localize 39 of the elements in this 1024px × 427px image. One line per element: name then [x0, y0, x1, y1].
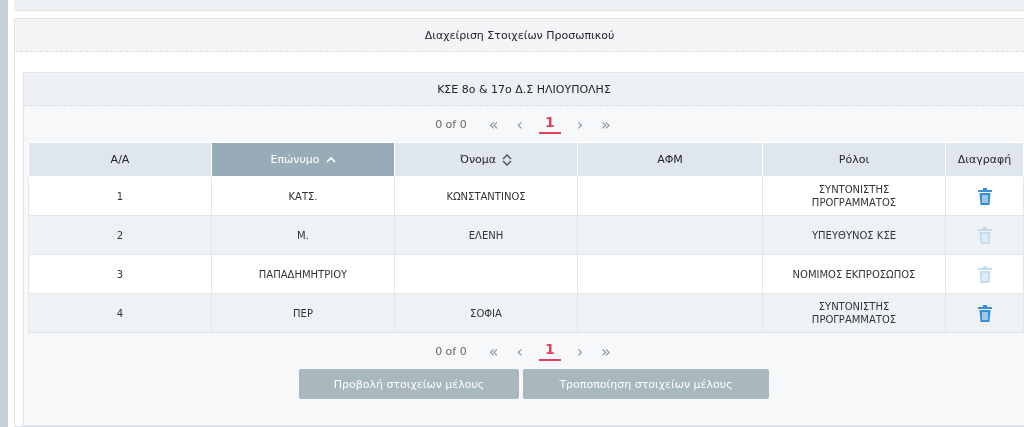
column-header[interactable]: Όνομα [394, 142, 578, 177]
page-number-button[interactable]: 1 [538, 341, 561, 361]
page-count: 0 of 0 [435, 344, 467, 358]
panel-title: Διαχείριση Στοιχείων Προσωπικού [424, 28, 615, 42]
first-page-button[interactable]: « [486, 114, 501, 134]
sort-ascending-icon [325, 156, 336, 163]
table-cell: ΣΟΦΙΑ [470, 306, 502, 320]
table-cell: 1 [116, 189, 124, 203]
table-cell: ΠΑΠΑΔΗΜΗΤΡΙΟΥ [258, 267, 348, 281]
table-cell: ΝΟΜΙΜΟΣ ΕΚΠΡΟΣΩΠΟΣ [792, 267, 916, 281]
table-cell: ΠΕΡ [293, 306, 313, 320]
table-cell: 4 [116, 306, 124, 320]
table-cell-text: ΣΥΝΤΟΝΙΣΤΗΣ ΠΡΟΓΡΑΜΜΑΤΟΣ [810, 300, 898, 326]
column-header: Διαγραφή [945, 142, 1024, 177]
table-cell: ΕΛΕΝΗ [468, 228, 504, 242]
table-cell: ΚΑΤΣ. [288, 189, 318, 203]
last-page-button[interactable]: » [599, 114, 613, 134]
table-cell-text: ΣΥΝΤΟΝΙΣΤΗΣ ΠΡΟΓΡΑΜΜΑΤΟΣ [810, 183, 898, 209]
table-cell: ΚΩΝΣΤΑΝΤΙΝΟΣ [446, 189, 526, 203]
column-header: ΑΦΜ [577, 142, 763, 177]
column-header[interactable]: Επώνυμο [211, 142, 395, 177]
table-cell: 3 [116, 267, 124, 281]
column-header: Ρόλοι [762, 142, 946, 177]
next-page-button[interactable]: › [574, 341, 586, 361]
sort-icon [502, 153, 513, 166]
table-cell: 2 [116, 228, 124, 242]
previous-page-button[interactable]: ‹ [514, 114, 525, 134]
column-header: Α/Α [28, 142, 212, 177]
first-page-button[interactable]: « [486, 341, 501, 361]
table-cell: Μ. [297, 228, 309, 242]
page-count: 0 of 0 [435, 117, 467, 131]
table-cell: ΥΠΕΥΘΥΝΟΣ ΚΣΕ [811, 228, 897, 242]
next-page-button[interactable]: › [574, 114, 586, 134]
group-title: ΚΣΕ 8ο & 17ο Δ.Σ ΗΛΙΟΥΠΟΛΗΣ [437, 82, 611, 96]
previous-page-button[interactable]: ‹ [514, 341, 525, 361]
trash-icon[interactable] [977, 304, 992, 322]
page-number-button[interactable]: 1 [538, 114, 561, 134]
last-page-button[interactable]: » [599, 341, 613, 361]
trash-icon[interactable] [977, 187, 992, 205]
